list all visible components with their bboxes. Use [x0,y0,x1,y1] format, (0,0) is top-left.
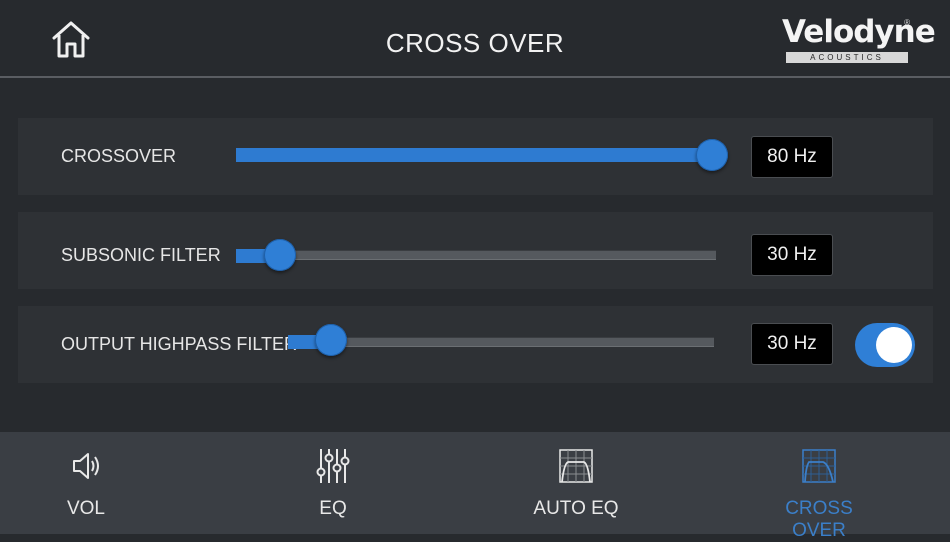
logo-text: Velodyne [782,14,936,50]
logo-subtitle: ACOUSTICS [786,52,908,63]
crossover-icon [802,449,836,483]
bottom-nav: VOL EQ AUTO EQ CROSS OVER [0,432,950,541]
crossover-knob[interactable] [696,139,728,171]
crossover-fill [236,148,712,162]
crossover-label: CROSSOVER [61,146,177,166]
nav-eq-label: EQ [319,498,347,519]
output-highpass-filter-toggle[interactable] [855,323,915,367]
nav-cross-over-label: CROSS OVER [785,498,853,541]
output-highpass-filter-label: OUTPUT HIGHPASS FILTER [61,334,298,354]
output-highpass-filter-track[interactable] [288,337,714,347]
logo-registered-mark: ® [904,18,910,27]
crossover-value[interactable]: 80 Hz [751,136,833,178]
output-highpass-filter-value[interactable]: 30 Hz [751,323,833,365]
nav-eq[interactable]: EQ [273,432,393,534]
nav-auto-eq[interactable]: AUTO EQ [516,432,636,534]
output-highpass-filter-row: OUTPUT HIGHPASS FILTER 30 Hz [18,306,933,383]
subsonic-filter-row: SUBSONIC FILTER 30 Hz [18,212,933,289]
header: CROSS OVER Velodyne ® ACOUSTICS [0,0,950,78]
subsonic-filter-knob[interactable] [264,239,296,271]
subsonic-filter-label: SUBSONIC FILTER [61,245,221,265]
toggle-knob [876,327,912,363]
crossover-row: CROSSOVER 80 Hz [18,118,933,195]
output-highpass-filter-knob[interactable] [315,324,347,356]
subsonic-filter-value[interactable]: 30 Hz [751,234,833,276]
eq-sliders-icon [316,449,350,483]
subsonic-filter-track[interactable] [236,250,716,260]
auto-eq-icon [559,449,593,483]
velodyne-logo: Velodyne ® ACOUSTICS [782,14,936,66]
speaker-icon [73,453,99,479]
nav-cross-over[interactable]: CROSS OVER [759,432,879,541]
nav-vol-label: VOL [66,498,106,519]
nav-auto-eq-label: AUTO EQ [533,498,619,519]
nav-vol[interactable]: VOL [26,432,146,534]
